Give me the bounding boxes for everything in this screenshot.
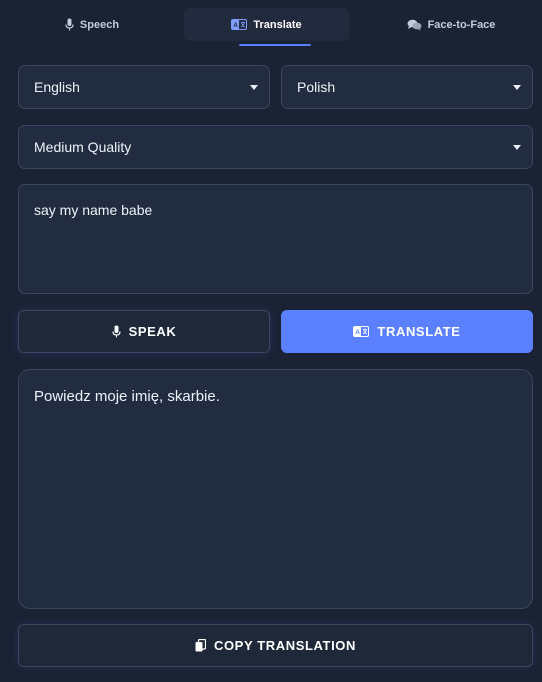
- translate-button[interactable]: A TRANSLATE: [281, 310, 533, 353]
- microphone-icon: [111, 325, 121, 338]
- source-language-value: English: [34, 79, 80, 95]
- tab-bar: Speech A Translate Face-to-Face: [0, 0, 542, 48]
- chat-bubbles-icon: [407, 19, 422, 31]
- translate-icon: A: [231, 19, 248, 30]
- translate-icon: A: [353, 326, 370, 337]
- tab-speech-label: Speech: [79, 18, 120, 31]
- microphone-icon: [65, 18, 74, 31]
- source-language-select[interactable]: English: [18, 65, 270, 109]
- quality-select[interactable]: Medium Quality: [18, 125, 533, 169]
- tab-face-to-face[interactable]: Face-to-Face: [360, 8, 542, 41]
- chevron-down-icon: [513, 85, 521, 90]
- tab-face-label: Face-to-Face: [427, 18, 496, 31]
- translation-output[interactable]: Powiedz moje imię, skarbie.: [18, 369, 533, 609]
- translator-app: Speech A Translate Face-to-Face English …: [0, 0, 542, 682]
- translation-text: Powiedz moje imię, skarbie.: [34, 388, 220, 405]
- tab-translate[interactable]: A Translate: [184, 8, 349, 41]
- chevron-down-icon: [250, 85, 258, 90]
- svg-text:A: A: [234, 22, 239, 29]
- speak-button-label: SPEAK: [128, 324, 177, 339]
- target-language-select[interactable]: Polish: [281, 65, 533, 109]
- source-text-value: say my name babe: [34, 202, 153, 218]
- chevron-down-icon: [513, 145, 521, 150]
- tab-translate-label: Translate: [253, 18, 302, 31]
- svg-text:A: A: [356, 329, 361, 336]
- tab-speech[interactable]: Speech: [0, 8, 184, 41]
- translate-button-label: TRANSLATE: [377, 324, 461, 339]
- quality-value: Medium Quality: [34, 139, 132, 155]
- active-tab-indicator: [239, 44, 311, 46]
- speak-button[interactable]: SPEAK: [18, 310, 270, 353]
- copy-translation-button[interactable]: COPY TRANSLATION: [18, 624, 533, 667]
- source-text-input[interactable]: say my name babe: [18, 184, 533, 294]
- copy-icon: [195, 639, 206, 652]
- copy-button-label: COPY TRANSLATION: [213, 638, 356, 653]
- target-language-value: Polish: [297, 79, 336, 95]
